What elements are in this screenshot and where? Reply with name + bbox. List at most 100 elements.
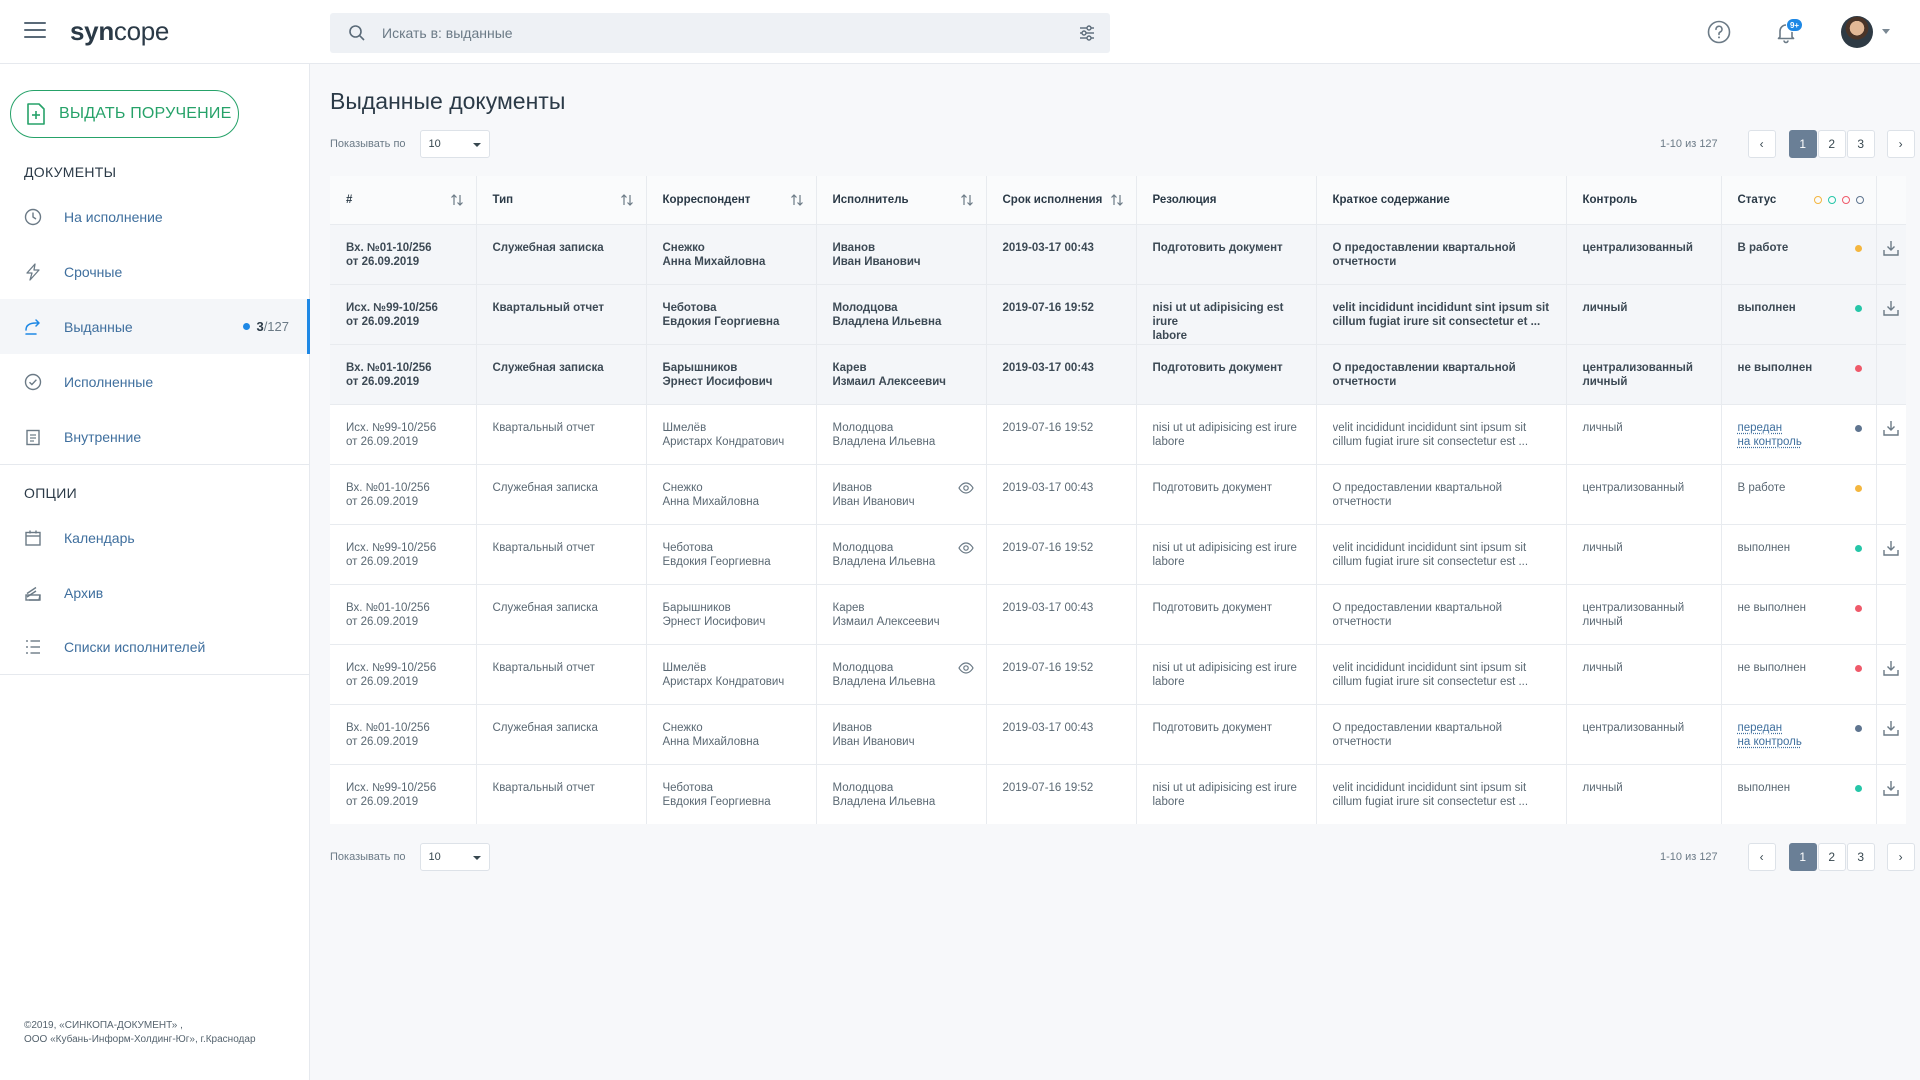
sidebar-item-urgent[interactable]: Срочные bbox=[0, 244, 310, 299]
sidebar-item-calendar[interactable]: Календарь bbox=[0, 510, 310, 565]
top-bar: syncope 9+ bbox=[0, 0, 1920, 64]
download-icon[interactable] bbox=[1882, 539, 1900, 557]
column-header-type[interactable]: Тип bbox=[476, 176, 647, 224]
cell-number: Исх. №99-10/256 от 26.09.2019 bbox=[330, 403, 477, 464]
per-page-select[interactable]: 10 bbox=[419, 130, 490, 158]
avatar[interactable] bbox=[1841, 16, 1873, 48]
column-header-status[interactable]: Статус bbox=[1721, 176, 1877, 224]
table-row[interactable]: Исх. №99-10/256 от 26.09.2019 Квартальный … bbox=[330, 643, 1906, 704]
page-button-2[interactable]: 2 bbox=[1817, 130, 1846, 158]
download-icon[interactable] bbox=[1882, 719, 1900, 737]
eye-icon[interactable] bbox=[957, 661, 974, 674]
cell-control: централизованный bbox=[1566, 223, 1722, 284]
column-header-actions bbox=[1876, 176, 1906, 224]
cell-resolution: nisi ut ut adipisicing est irure labore bbox=[1136, 523, 1317, 584]
download-icon[interactable] bbox=[1882, 299, 1900, 317]
sort-icon[interactable] bbox=[450, 193, 464, 207]
sort-icon[interactable] bbox=[1110, 193, 1124, 207]
eye-icon[interactable] bbox=[957, 541, 974, 554]
chevron-down-icon[interactable] bbox=[1882, 29, 1890, 34]
download-icon[interactable] bbox=[1882, 659, 1900, 677]
chevron-left-icon[interactable]: ‹ bbox=[1747, 130, 1776, 158]
cell-summary: velit incididunt incididunt sint ipsum s… bbox=[1316, 763, 1567, 824]
per-page-select[interactable]: 10 bbox=[419, 843, 490, 871]
cell-summary: velit incididunt incididunt sint ipsum s… bbox=[1316, 523, 1567, 584]
chevron-left-icon[interactable]: ‹ bbox=[1747, 843, 1776, 871]
table-row[interactable]: Вх. №01-10/256 от 26.09.2019 Служебная зап… bbox=[330, 223, 1906, 284]
cell-actions bbox=[1876, 403, 1906, 464]
download-icon[interactable] bbox=[1882, 239, 1900, 257]
cell-type: Квартальный отчет bbox=[476, 283, 647, 344]
page-button-1[interactable]: 1 bbox=[1788, 843, 1817, 871]
table-row[interactable]: Вх. №01-10/256 от 26.09.2019 Служебная зап… bbox=[330, 583, 1906, 644]
cell-status: В работе bbox=[1721, 463, 1877, 524]
sidebar-item-internal[interactable]: Внутренние bbox=[0, 409, 310, 464]
search-icon[interactable] bbox=[348, 24, 366, 42]
sort-icon[interactable] bbox=[790, 193, 804, 207]
table-row[interactable]: Исх. №99-10/256 от 26.09.2019 Квартальный … bbox=[330, 283, 1906, 344]
column-header-number[interactable]: # bbox=[330, 176, 477, 224]
help-icon[interactable] bbox=[1707, 20, 1731, 44]
status-filter-dots[interactable] bbox=[1813, 196, 1864, 204]
download-icon[interactable] bbox=[1882, 779, 1900, 797]
column-header-summary[interactable]: Краткое содержание bbox=[1316, 176, 1567, 224]
cell-type: Квартальный отчет bbox=[476, 403, 647, 464]
sidebar-item-executor-lists[interactable]: Списки исполнителей bbox=[0, 619, 310, 674]
table-row[interactable]: Вх. №01-10/256 от 26.09.2019 Служебная зап… bbox=[330, 343, 1906, 404]
status-filter-slate[interactable] bbox=[1855, 196, 1864, 204]
chevron-right-icon[interactable]: › bbox=[1886, 843, 1915, 871]
sidebar-item-executed[interactable]: Исполненные bbox=[0, 354, 310, 409]
clipboard-icon bbox=[24, 428, 42, 446]
column-header-due-date[interactable]: Срок исполнения bbox=[986, 176, 1137, 224]
cell-status[interactable]: передан на контроль bbox=[1721, 703, 1877, 764]
cell-number: Исх. №99-10/256 от 26.09.2019 bbox=[330, 763, 477, 824]
status-link[interactable]: на контроль bbox=[1738, 736, 1802, 748]
page-button-2[interactable]: 2 bbox=[1817, 843, 1846, 871]
status-link[interactable]: на контроль bbox=[1738, 436, 1802, 448]
cell-status[interactable]: передан на контроль bbox=[1721, 403, 1877, 464]
sort-icon[interactable] bbox=[960, 193, 974, 207]
column-header-correspondent[interactable]: Корреспондент bbox=[646, 176, 817, 224]
status-link[interactable]: передан bbox=[1738, 422, 1783, 434]
search-bar bbox=[330, 13, 1110, 53]
page-button-3[interactable]: 3 bbox=[1846, 130, 1875, 158]
download-icon[interactable] bbox=[1882, 419, 1900, 437]
cell-number: Вх. №01-10/256 от 26.09.2019 bbox=[330, 343, 477, 404]
table-row[interactable]: Вх. №01-10/256 от 26.09.2019 Служебная зап… bbox=[330, 463, 1906, 524]
sidebar-item-to-execute[interactable]: На исполнение bbox=[0, 189, 310, 244]
status-filter-red[interactable] bbox=[1841, 196, 1850, 204]
filter-settings-icon[interactable] bbox=[1078, 24, 1096, 42]
cell-control: централизованный bbox=[1566, 463, 1722, 524]
status-filter-teal[interactable] bbox=[1827, 196, 1836, 204]
column-header-executor[interactable]: Исполнитель bbox=[816, 176, 987, 224]
cell-type: Служебная записка bbox=[476, 583, 647, 644]
cell-resolution: nisi ut ut adipisicing est irure labore bbox=[1136, 763, 1317, 824]
sidebar-item-label: Исполненные bbox=[64, 373, 154, 390]
table-row[interactable]: Исх. №99-10/256 от 26.09.2019 Квартальный … bbox=[330, 763, 1906, 824]
cell-status: не выполнен bbox=[1721, 643, 1877, 704]
sort-icon[interactable] bbox=[620, 193, 634, 207]
search-input[interactable] bbox=[382, 13, 1022, 53]
cell-executor: Карев Измаил Алексеевич bbox=[816, 583, 987, 644]
status-filter-yellow[interactable] bbox=[1813, 196, 1822, 204]
sidebar-item-issued[interactable]: Выданные 3/127 bbox=[0, 299, 310, 354]
sidebar-item-label: Архив bbox=[64, 584, 104, 601]
column-header-control[interactable]: Контроль bbox=[1566, 176, 1722, 224]
cell-summary: О предоставлении квартальной отчетности bbox=[1316, 343, 1567, 404]
menu-icon[interactable] bbox=[24, 22, 46, 40]
cell-actions bbox=[1876, 343, 1906, 404]
table-row[interactable]: Исх. №99-10/256 от 26.09.2019 Квартальный … bbox=[330, 403, 1906, 464]
eye-icon[interactable] bbox=[957, 481, 974, 494]
issue-order-button[interactable]: ВЫДАТЬ ПОРУЧЕНИЕ bbox=[10, 90, 239, 138]
cell-resolution: Подготовить документ bbox=[1136, 703, 1317, 764]
status-link[interactable]: передан bbox=[1738, 722, 1783, 734]
page-button-1[interactable]: 1 bbox=[1788, 130, 1817, 158]
cell-actions bbox=[1876, 523, 1906, 584]
column-header-resolution[interactable]: Резолюция bbox=[1136, 176, 1317, 224]
chevron-right-icon[interactable]: › bbox=[1886, 130, 1915, 158]
sidebar-item-archive[interactable]: Архив bbox=[0, 565, 310, 620]
table-row[interactable]: Вх. №01-10/256 от 26.09.2019 Служебная зап… bbox=[330, 703, 1906, 764]
table-row[interactable]: Исх. №99-10/256 от 26.09.2019 Квартальный … bbox=[330, 523, 1906, 584]
page-button-3[interactable]: 3 bbox=[1846, 843, 1875, 871]
logo[interactable]: syncope bbox=[70, 16, 169, 47]
